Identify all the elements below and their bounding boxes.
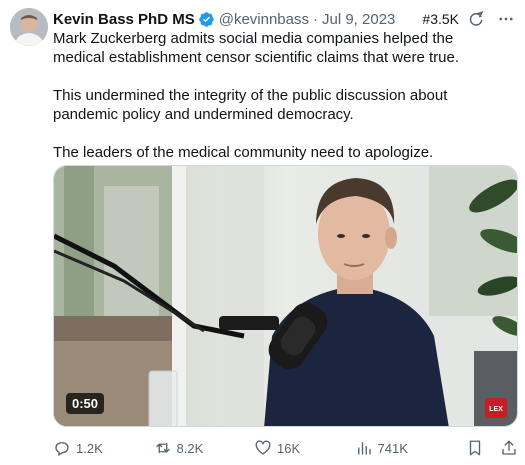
repost-button[interactable]: 8.2K <box>154 439 255 457</box>
heart-icon <box>255 440 271 455</box>
count-badge[interactable]: #3.5K <box>422 11 459 27</box>
views-count: 741K <box>377 440 408 456</box>
more-options-icon[interactable] <box>497 10 515 28</box>
video-thumbnail <box>54 166 517 426</box>
action-bar: 1.2K 8.2K 16K 741K <box>53 437 518 459</box>
reply-button[interactable]: 1.2K <box>53 439 154 457</box>
tweet-date[interactable]: Jul 9, 2023 <box>322 11 395 28</box>
reply-icon <box>55 442 69 456</box>
tweet-header: Kevin Bass PhD MS @kevinnbass · Jul 9, 2… <box>53 9 515 29</box>
like-count: 16K <box>277 440 301 456</box>
watermark-logo-icon: LEX <box>485 398 507 418</box>
tweet-paragraph: The leaders of the medical community nee… <box>53 144 434 161</box>
author-handle[interactable]: @kevinnbass <box>219 11 309 28</box>
views-chart-icon <box>357 442 371 455</box>
like-button[interactable]: 16K <box>254 439 355 457</box>
share-icon <box>502 440 516 455</box>
grok-icon[interactable] <box>467 10 485 28</box>
reply-count: 1.2K <box>76 440 103 456</box>
header-separator: · <box>313 10 318 28</box>
verified-badge-icon[interactable] <box>198 11 215 28</box>
video-duration: 0:50 <box>66 393 105 414</box>
tweet-paragraph: Mark Zuckerberg admits social media comp… <box>53 30 459 66</box>
bookmark-button[interactable] <box>466 439 484 457</box>
watermark-text: LEX <box>489 406 503 413</box>
views-button[interactable]: 741K <box>355 439 466 457</box>
share-button[interactable] <box>500 439 518 457</box>
tweet-paragraph: This undermined the integrity of the pub… <box>53 87 448 123</box>
repost-icon <box>155 442 170 454</box>
avatar[interactable] <box>10 8 48 46</box>
video-player[interactable]: 0:50 LEX <box>53 165 518 427</box>
tweet-text: Mark Zuckerberg admits social media comp… <box>53 29 503 162</box>
bookmark-icon <box>469 440 481 456</box>
repost-count: 8.2K <box>176 440 204 456</box>
author-name[interactable]: Kevin Bass PhD MS <box>53 11 195 28</box>
